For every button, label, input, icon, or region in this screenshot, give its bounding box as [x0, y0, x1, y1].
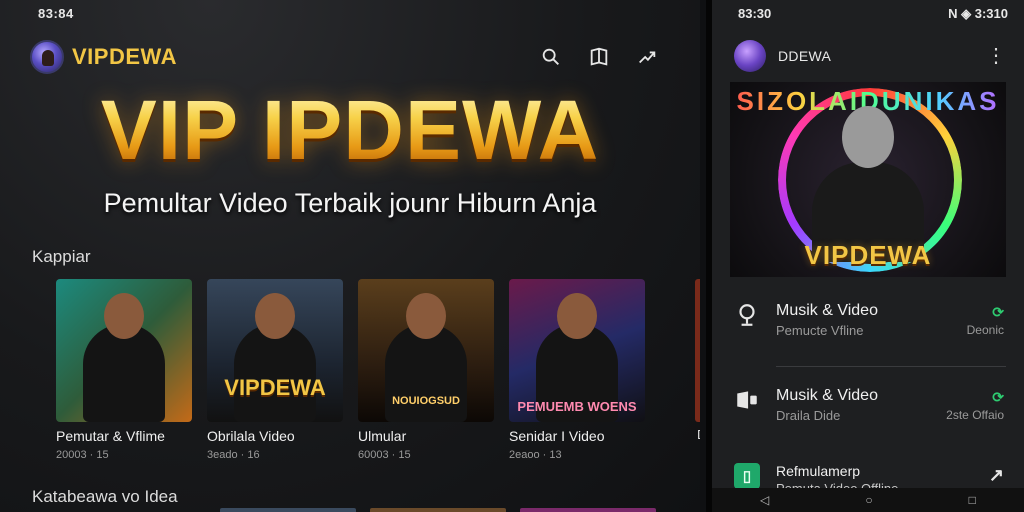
list-item-side-text: Deonic: [966, 323, 1004, 337]
recents-icon[interactable]: □: [969, 493, 976, 507]
phone-panel: 83:30 N ◈ 3:310 DDEWA ⋮ SIZOLAIDUNIKAS V…: [706, 0, 1024, 512]
sync-icon[interactable]: ⟳: [992, 304, 1004, 321]
video-card[interactable]: NOUIOGSUD Ulmular 60003 · 15: [358, 279, 494, 461]
app-bar: VIPDEWA: [30, 40, 177, 74]
app-logo[interactable]: [734, 40, 766, 72]
video-card[interactable]: Pemutar & Vflime 20003 · 15: [56, 279, 192, 461]
hero-subtitle: Pemultar Video Terbaik jounr Hiburn Anja: [103, 188, 597, 218]
banner-caption: VIPDEWA: [804, 240, 932, 270]
video-meta: 20003 · 15: [56, 449, 109, 461]
video-meta: 3eado · 16: [207, 449, 260, 461]
list-item-title: Musik & Video: [776, 387, 878, 404]
app-title: DDEWA: [778, 48, 832, 64]
microphone-icon: [739, 304, 755, 326]
system-nav-bar: ◁ ○ □: [712, 488, 1024, 512]
video-title: Obrilala Video: [207, 428, 295, 444]
list-item-title: Musik & Video: [776, 302, 878, 319]
video-title: Senidar I Video: [509, 428, 605, 444]
thumbnail-caption: NOUIOGSUD: [392, 395, 460, 407]
thumbnail-caption: VIPDEWA: [224, 375, 326, 400]
book-icon[interactable]: [588, 46, 610, 68]
list-item-side-text: 2ste Offaio: [946, 408, 1004, 422]
share-icon[interactable]: [636, 46, 658, 68]
section-label: Katabeawa vo Idea: [32, 487, 178, 506]
divider: [776, 366, 1006, 367]
offline-video-icon: ▯: [734, 463, 760, 489]
list-item-subtitle: Pemucte Vfline: [776, 323, 864, 338]
video-card[interactable]: VIPDEWA Obrilala Video 3eado · 16: [207, 279, 343, 461]
video-thumbnail[interactable]: PEMUEMB WOENS: [509, 279, 645, 422]
app-logo[interactable]: [30, 40, 64, 74]
app-bar: DDEWA ⋮: [734, 40, 1006, 72]
video-thumbnail[interactable]: VIPDEWA: [207, 279, 343, 422]
section-label: Kappiar: [32, 247, 91, 266]
status-indicators: N ◈ 3:310: [948, 6, 1008, 21]
sync-icon[interactable]: ⟳: [992, 389, 1004, 406]
status-time: 83:84: [38, 6, 74, 21]
video-meta: 2eaoo · 13: [509, 449, 562, 461]
video-thumbnail[interactable]: [56, 279, 192, 422]
video-thumbnail-partial[interactable]: [220, 508, 356, 512]
search-icon[interactable]: [540, 46, 562, 68]
back-icon[interactable]: ◁: [760, 493, 769, 507]
status-time: 83:30: [738, 6, 772, 21]
performer-head: [557, 293, 597, 339]
status-bar: 83:30 N ◈ 3:310: [738, 6, 1008, 22]
thumbnail-caption: PEMUEMB WOENS: [517, 399, 637, 414]
home-icon[interactable]: ○: [865, 493, 872, 507]
list-item-subtitle: Draila Dide: [776, 408, 841, 423]
list-item-title: Refmulamerp: [776, 463, 861, 479]
list-item[interactable]: Musik & Video Draila Dide ⟳ 2ste Offaio: [730, 375, 1006, 451]
performer-head: [255, 293, 295, 339]
speaker-icon: [737, 391, 757, 409]
video-meta: 60003 · 15: [358, 449, 411, 461]
more-vert-icon[interactable]: ⋮: [986, 46, 1006, 66]
main-app-panel: 83:84 VIPDEWA VIP IPDEWA Pemultar Video …: [0, 0, 700, 512]
video-card-row: Pemutar & Vflime 20003 · 15 VIPDEWA Obri…: [56, 279, 645, 461]
performer-head: [104, 293, 144, 339]
video-card[interactable]: PEMUEMB WOENS Senidar I Video 2eaoo · 13: [509, 279, 645, 461]
media-list: Musik & Video Pemucte Vfline ⟳ Deonic Mu…: [730, 290, 1006, 512]
featured-banner[interactable]: SIZOLAIDUNIKAS VIPDEWA: [730, 82, 1006, 277]
toolbar-icons: [540, 46, 658, 68]
hero-title: VIP IPDEWA: [0, 88, 700, 172]
video-card-partial[interactable]: [695, 279, 700, 422]
performer-head: [406, 293, 446, 339]
edit-icon[interactable]: ↗: [989, 465, 1004, 486]
video-thumbnail-partial[interactable]: [520, 508, 656, 512]
video-thumbnail[interactable]: NOUIOGSUD: [358, 279, 494, 422]
list-item[interactable]: Musik & Video Pemucte Vfline ⟳ Deonic: [730, 290, 1006, 366]
singer-head: [842, 106, 894, 168]
video-thumbnail-partial[interactable]: [370, 508, 506, 512]
video-title-partial: D: [697, 427, 700, 442]
next-row-preview: [220, 508, 656, 512]
brand-name: VIPDEWA: [72, 44, 177, 69]
video-title: Ulmular: [358, 428, 407, 444]
video-title: Pemutar & Vflime: [56, 428, 165, 444]
